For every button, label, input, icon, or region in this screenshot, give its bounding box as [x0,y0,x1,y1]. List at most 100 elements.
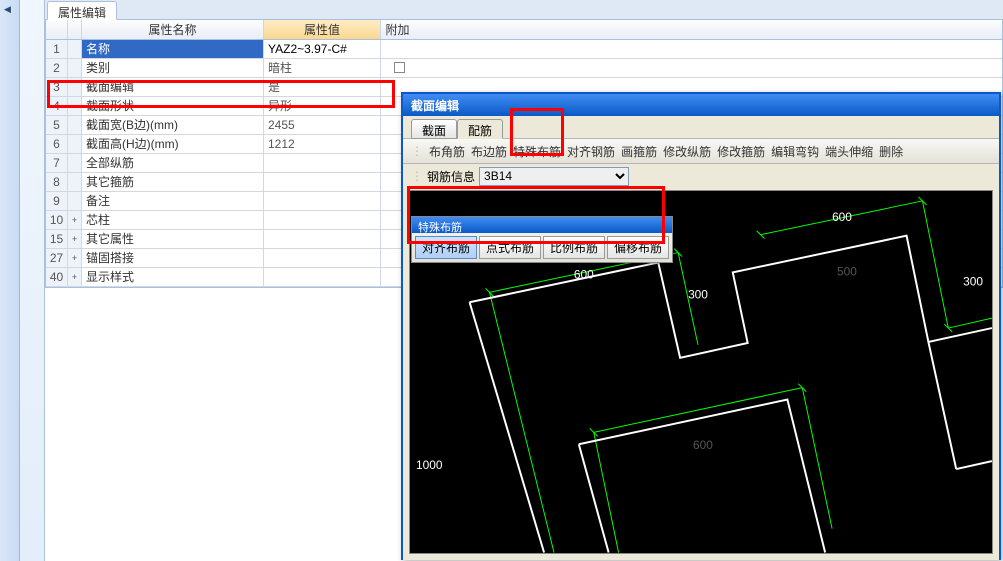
expand-toggle [68,154,82,172]
btn-offset-rebar[interactable]: 偏移布筋 [607,236,669,259]
prop-name: 截面编辑 [82,78,264,96]
tb-edge[interactable]: 布边筋 [471,143,507,160]
prop-name: 其它属性 [82,230,264,248]
popup-title: 特殊布筋 [412,217,672,233]
row-number: 2 [46,59,68,77]
prop-value[interactable]: 是 [264,78,381,96]
expand-toggle [68,59,82,77]
prop-value[interactable]: 暗柱 [264,59,381,77]
prop-value[interactable]: YAZ2~3.97-C# [264,40,381,58]
svg-text:500: 500 [837,264,857,278]
rebar-info-select[interactable]: 3B14 [479,167,629,186]
left-dock-strip[interactable]: ◀ [0,0,20,561]
prop-value[interactable] [264,230,381,248]
special-rebar-popup[interactable]: 特殊布筋 对齐布筋 点式布筋 比例布筋 偏移布筋 [411,216,673,263]
rebar-info-row: ⋮ 钢筋信息 3B14 [403,164,999,188]
svg-text:600: 600 [693,438,713,452]
row-number: 8 [46,173,68,191]
row-number: 15 [46,230,68,248]
tb-special[interactable]: 特殊布筋 [513,143,561,160]
expand-toggle [68,40,82,58]
prop-value[interactable] [264,173,381,191]
prop-value[interactable] [264,268,381,286]
prop-value[interactable]: 异形 [264,97,381,115]
row-number: 4 [46,97,68,115]
tb-align[interactable]: 对齐钢筋 [567,143,615,160]
row-number: 27 [46,249,68,267]
prop-extra [381,40,414,58]
tab-property-edit[interactable]: 属性编辑 [47,1,117,20]
btn-ratio-rebar[interactable]: 比例布筋 [543,236,605,259]
prop-name: 截面宽(B边)(mm) [82,116,264,134]
prop-name: 类别 [82,59,264,77]
tab-rebar[interactable]: 配筋 [457,119,503,139]
col-value-header: 属性值 [264,20,381,39]
prop-extra [381,59,414,77]
prop-name: 锚固搭接 [82,249,264,267]
btn-align-rebar[interactable]: 对齐布筋 [415,236,477,259]
section-edit-dialog: 截面编辑 截面 配筋 ⋮ 布角筋 布边筋 特殊布筋 对齐钢筋 画箍筋 修改纵筋 … [401,92,1001,560]
row-number: 7 [46,154,68,172]
prop-name: 全部纵筋 [82,154,264,172]
tab-strip: 属性编辑 [45,0,1003,20]
table-row[interactable]: 1 名称YAZ2~3.97-C# [46,40,1002,59]
table-row[interactable]: 2 类别暗柱 [46,59,1002,78]
btn-point-rebar[interactable]: 点式布筋 [479,236,541,259]
svg-text:1000: 1000 [416,458,443,472]
dialog-title: 截面编辑 [403,94,999,116]
expand-toggle [68,135,82,153]
prop-name: 显示样式 [82,268,264,286]
dialog-tabs: 截面 配筋 [403,116,999,138]
prop-name: 名称 [82,40,264,58]
col-extra-header: 附加 [381,20,414,39]
tb-mod-stirrup[interactable]: 修改箍筋 [717,143,765,160]
prop-name: 备注 [82,192,264,210]
expand-toggle [68,97,82,115]
dialog-toolbar: ⋮ 布角筋 布边筋 特殊布筋 对齐钢筋 画箍筋 修改纵筋 修改箍筋 编辑弯钩 端… [403,138,999,164]
prop-value[interactable] [264,211,381,229]
prop-value[interactable]: 2455 [264,116,381,134]
expand-toggle[interactable]: + [68,249,82,267]
prop-name: 截面形状 [82,97,264,115]
rebar-info-label: 钢筋信息 [427,168,475,185]
checkbox-icon[interactable] [394,62,405,73]
prop-name: 其它箍筋 [82,173,264,191]
tb-mod-long[interactable]: 修改纵筋 [663,143,711,160]
prop-value[interactable] [264,192,381,210]
tb-delete[interactable]: 删除 [879,143,903,160]
col-number [46,20,68,39]
row-number: 40 [46,268,68,286]
tb-corner[interactable]: 布角筋 [429,143,465,160]
tab-section[interactable]: 截面 [411,119,457,139]
left-gutter [20,0,45,561]
row-number: 9 [46,192,68,210]
expand-toggle[interactable]: + [68,230,82,248]
row-number: 6 [46,135,68,153]
prop-value[interactable]: 1212 [264,135,381,153]
row-number: 3 [46,78,68,96]
expand-toggle[interactable]: + [68,211,82,229]
table-header: 属性名称 属性值 附加 [46,20,1002,40]
tb-end-ext[interactable]: 端头伸缩 [825,143,873,160]
expand-toggle [68,173,82,191]
tb-draw-stirrup[interactable]: 画箍筋 [621,143,657,160]
chevron-left-icon: ◀ [4,4,11,15]
prop-value[interactable] [264,249,381,267]
expand-toggle [68,116,82,134]
svg-text:600: 600 [832,210,852,224]
svg-text:300: 300 [688,287,708,301]
svg-text:600: 600 [574,267,594,281]
row-number: 5 [46,116,68,134]
tb-edit-hook[interactable]: 编辑弯钩 [771,143,819,160]
prop-value[interactable] [264,154,381,172]
expand-toggle [68,192,82,210]
prop-name: 芯柱 [82,211,264,229]
col-expand [68,20,82,39]
svg-text:300: 300 [963,274,983,288]
expand-toggle[interactable]: + [68,268,82,286]
row-number: 1 [46,40,68,58]
expand-toggle [68,78,82,96]
col-name-header: 属性名称 [82,20,264,39]
row-number: 10 [46,211,68,229]
prop-name: 截面高(H边)(mm) [82,135,264,153]
